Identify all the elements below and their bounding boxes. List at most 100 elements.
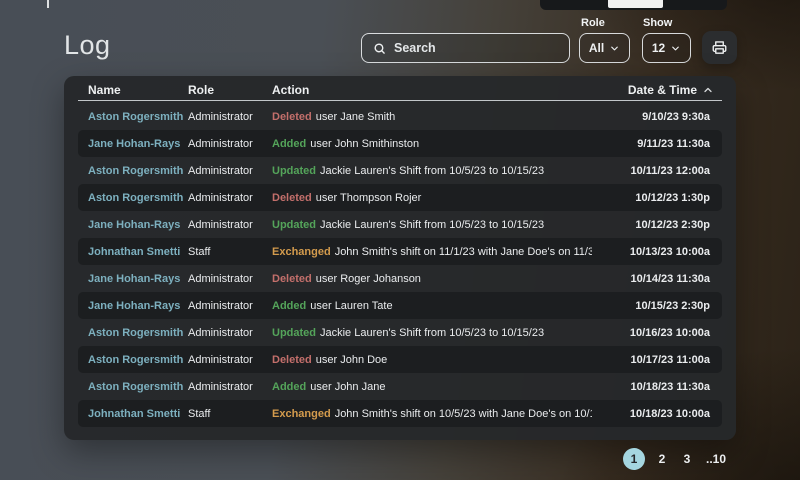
log-user-name[interactable]: Aston Rogersmith: [78, 354, 188, 366]
page-button-10[interactable]: ..10: [704, 448, 728, 470]
log-datetime: 10/13/23 10:00a: [592, 246, 722, 258]
log-datetime: 10/18/23 10:00a: [592, 408, 722, 420]
log-user-role: Administrator: [188, 327, 272, 339]
log-datetime: 10/12/23 2:30p: [592, 219, 722, 231]
log-action: UpdatedJackie Lauren's Shift from 10/5/2…: [272, 165, 592, 177]
log-action-verb: Deleted: [272, 192, 312, 204]
log-action-detail: John Smith's shift on 10/5/23 with Jane …: [335, 408, 592, 420]
log-action: Updated Jackie Lauren's Shift from 10/5/2…: [272, 327, 592, 339]
table-row: Aston Rogersmith Administrator Deleted us…: [78, 184, 722, 211]
log-user-role: Administrator: [188, 165, 272, 177]
table-row: Jane Hohan-Rays Administrator Updated Jac…: [78, 211, 722, 238]
sort-ascending-icon[interactable]: [702, 84, 714, 96]
log-user-role: Administrator: [188, 300, 272, 312]
log-action-detail: user Jane Smith: [316, 111, 395, 123]
log-table-panel: Name Role Action Date & Time Aston Roger…: [64, 76, 736, 440]
role-filter-dropdown[interactable]: All: [579, 33, 630, 63]
search-input[interactable]: [394, 41, 558, 55]
log-action-detail: user John Smithinston: [310, 138, 419, 150]
log-user-name[interactable]: Johnathan Smetti: [78, 246, 188, 258]
table-row: Aston Rogersmith Administrator Updated Ja…: [78, 319, 722, 346]
log-user-role: Administrator: [188, 138, 272, 150]
log-action-verb: Updated: [272, 165, 316, 177]
log-user-role: Staff: [188, 408, 272, 420]
log-action-detail: Jackie Lauren's Shift from 10/5/23 to 10…: [320, 219, 544, 231]
print-button[interactable]: [702, 31, 737, 64]
search-icon: [373, 42, 386, 55]
log-datetime: 10/11/23 12:00a: [592, 165, 722, 177]
log-user-name[interactable]: Johnathan Smetti: [78, 408, 188, 420]
chevron-down-icon: [670, 43, 681, 54]
log-datetime: 10/12/23 1:30p: [592, 192, 722, 204]
log-user-name[interactable]: Jane Hohan-Rays: [78, 300, 188, 312]
printer-icon: [712, 40, 727, 55]
log-datetime: 10/14/23 11:30a: [592, 273, 722, 285]
cutoff-top-bar-highlight: [608, 0, 663, 8]
role-filter-value: All: [589, 41, 604, 55]
page-button-3[interactable]: 3: [679, 448, 695, 470]
table-row: Aston Rogersmith Administrator UpdatedJa…: [78, 157, 722, 184]
log-action-verb: Updated: [272, 327, 316, 339]
log-action-verb: Added: [272, 300, 306, 312]
log-datetime: 10/16/23 10:00a: [592, 327, 722, 339]
log-datetime: 10/17/23 11:00a: [592, 354, 722, 366]
column-header-action[interactable]: Action: [272, 83, 592, 97]
log-action-detail: Jackie Lauren's Shift from 10/5/23 to 10…: [320, 327, 544, 339]
show-count-dropdown[interactable]: 12: [642, 33, 691, 63]
log-user-name[interactable]: Jane Hohan-Rays: [78, 219, 188, 231]
table-row: Aston Rogersmith Administrator Addeduser…: [78, 373, 722, 400]
table-row: Jane Hohan-Rays Administrator Deleted use…: [78, 265, 722, 292]
table-row: Jane Hohan-Rays Administrator Added user …: [78, 292, 722, 319]
log-action-detail: user Lauren Tate: [310, 300, 392, 312]
log-action-detail: user John Doe: [316, 354, 388, 366]
table-body: Aston Rogersmith Administrator Deletedus…: [78, 101, 722, 427]
log-datetime: 9/11/23 11:30a: [592, 138, 722, 150]
log-datetime: 10/15/23 2:30p: [592, 300, 722, 312]
log-user-role: Administrator: [188, 381, 272, 393]
table-row: Johnathan Smetti Staff Exchanged John Smi…: [78, 400, 722, 427]
log-action: Addeduser John Jane: [272, 381, 592, 393]
role-filter-label: Role: [581, 17, 605, 29]
log-user-role: Administrator: [188, 192, 272, 204]
column-header-name[interactable]: Name: [78, 83, 188, 97]
log-action: Deleted user Thompson Rojer: [272, 192, 592, 204]
log-action-verb: Exchanged: [272, 408, 331, 420]
log-action-detail: user Roger Johanson: [316, 273, 421, 285]
log-action: Deleteduser Jane Smith: [272, 111, 592, 123]
log-datetime: 10/18/23 11:30a: [592, 381, 722, 393]
log-action: Deleted user Roger Johanson: [272, 273, 592, 285]
log-action: Addeduser John Smithinston: [272, 138, 592, 150]
log-action-verb: Updated: [272, 219, 316, 231]
chevron-down-icon: [609, 43, 620, 54]
page-title: Log: [64, 30, 111, 61]
log-user-role: Administrator: [188, 354, 272, 366]
log-user-name[interactable]: Aston Rogersmith: [78, 111, 188, 123]
log-action-verb: Deleted: [272, 273, 312, 285]
log-action-detail: John Smith's shift on 11/1/23 with Jane …: [335, 246, 592, 258]
log-user-name[interactable]: Jane Hohan-Rays: [78, 138, 188, 150]
log-user-name[interactable]: Aston Rogersmith: [78, 381, 188, 393]
log-action-detail: user Thompson Rojer: [316, 192, 422, 204]
show-count-label: Show: [643, 17, 672, 29]
log-user-name[interactable]: Jane Hohan-Rays: [78, 273, 188, 285]
table-row: Aston Rogersmith Administrator Deletedus…: [78, 346, 722, 373]
search-box[interactable]: [361, 33, 570, 63]
log-action: Added user Lauren Tate: [272, 300, 592, 312]
table-row: Johnathan Smetti Staff ExchangedJohn Smi…: [78, 238, 722, 265]
table-row: Aston Rogersmith Administrator Deletedus…: [78, 103, 722, 130]
log-action: ExchangedJohn Smith's shift on 11/1/23 w…: [272, 246, 592, 258]
cutoff-top-bar: [540, 0, 727, 10]
page-button-1[interactable]: 1: [623, 448, 645, 470]
column-header-role[interactable]: Role: [188, 83, 272, 97]
log-user-name[interactable]: Aston Rogersmith: [78, 327, 188, 339]
page-button-2[interactable]: 2: [654, 448, 670, 470]
cutoff-top-tick: [47, 0, 49, 8]
log-user-role: Administrator: [188, 219, 272, 231]
log-user-role: Administrator: [188, 273, 272, 285]
column-header-datetime[interactable]: Date & Time: [592, 83, 722, 97]
log-user-role: Administrator: [188, 111, 272, 123]
log-user-name[interactable]: Aston Rogersmith: [78, 165, 188, 177]
log-user-role: Staff: [188, 246, 272, 258]
column-header-datetime-label: Date & Time: [628, 83, 697, 97]
log-user-name[interactable]: Aston Rogersmith: [78, 192, 188, 204]
